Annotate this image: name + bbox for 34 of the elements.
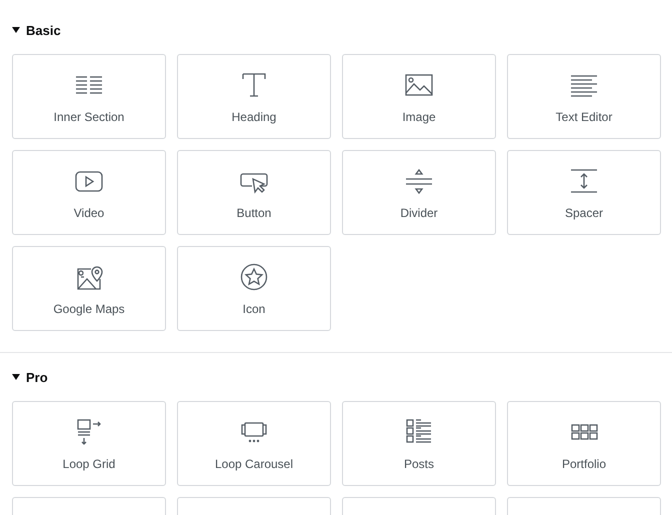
widget-label: Spacer bbox=[564, 206, 604, 220]
section-title[interactable]: Basic bbox=[26, 22, 61, 38]
widget-card[interactable]: Loop Grid bbox=[12, 401, 166, 486]
section-title[interactable]: Pro bbox=[26, 370, 48, 384]
widget-card[interactable]: Spacer bbox=[507, 150, 661, 235]
widget-label: Heading bbox=[232, 110, 276, 124]
spacer-icon bbox=[568, 167, 600, 195]
widget-label: Portfolio bbox=[562, 457, 606, 471]
widget-label: Divider bbox=[400, 206, 438, 220]
widget-label: Inner Section bbox=[54, 110, 124, 124]
widget-card[interactable]: Inner Section bbox=[12, 54, 166, 139]
widget-label: Image bbox=[402, 110, 436, 124]
widget-card[interactable]: Divider bbox=[342, 150, 496, 235]
widget-card[interactable]: Text Editor bbox=[507, 54, 661, 139]
widget-label: Posts bbox=[404, 457, 434, 471]
widget-label: Button bbox=[236, 206, 272, 220]
caret-icon[interactable] bbox=[12, 27, 20, 33]
widget-card[interactable]: Loop Carousel bbox=[177, 401, 331, 486]
widget-label: Loop Carousel bbox=[214, 457, 294, 471]
widget-card[interactable]: Google Maps bbox=[12, 246, 166, 331]
divider-icon bbox=[403, 167, 435, 195]
widget-label: Google Maps bbox=[53, 302, 125, 316]
widget-card[interactable]: Heading bbox=[177, 54, 331, 139]
widget-card[interactable]: Button bbox=[177, 150, 331, 235]
widget-card[interactable]: Portfolio bbox=[507, 401, 661, 486]
widget-label: Icon bbox=[242, 302, 266, 316]
widget-card[interactable]: Video bbox=[12, 150, 166, 235]
widget-label: Video bbox=[74, 206, 104, 220]
widget-card[interactable]: Icon bbox=[177, 246, 331, 331]
caret-icon[interactable] bbox=[12, 374, 20, 380]
widget-label: Text Editor bbox=[556, 110, 612, 124]
widget-label: Loop Grid bbox=[62, 457, 116, 471]
widget-card[interactable]: Image bbox=[342, 54, 496, 139]
widget-card[interactable]: Posts bbox=[342, 401, 496, 486]
